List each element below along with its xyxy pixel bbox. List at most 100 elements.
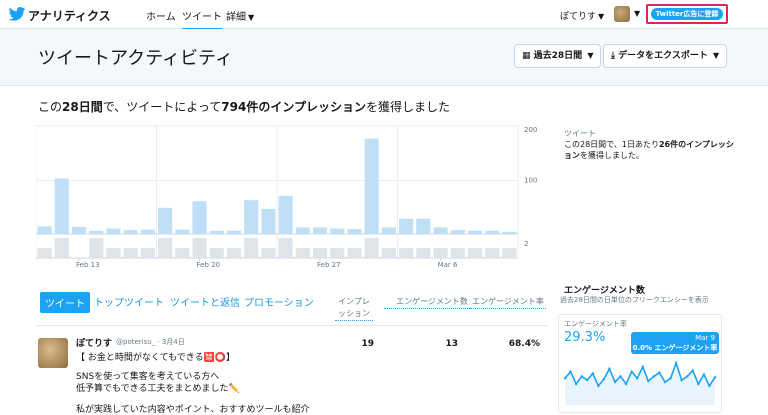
avatar[interactable] (614, 6, 630, 22)
tweet-author[interactable]: ぽてりす (76, 336, 112, 349)
nav-home[interactable]: ホーム (146, 8, 176, 23)
engagement-bar[interactable] (399, 248, 414, 258)
avatar[interactable] (38, 338, 68, 368)
trend-point[interactable] (697, 382, 700, 386)
engagement-bar[interactable] (89, 238, 104, 258)
engagement-bar[interactable] (450, 248, 465, 258)
trend-point[interactable] (641, 365, 644, 369)
engagement-bar[interactable] (261, 248, 276, 258)
engagement-bar[interactable] (244, 238, 259, 258)
impression-bar[interactable] (175, 229, 190, 234)
period-selector-button[interactable]: ▦ 過去28日間 ▼ (514, 44, 602, 68)
trend-point[interactable] (713, 376, 717, 379)
nav-details[interactable]: 詳細 ▼ (226, 8, 254, 23)
engagement-bar[interactable] (347, 248, 362, 258)
trend-point[interactable] (597, 384, 600, 388)
export-data-button[interactable]: ⤓ データをエクスポート ▼ (603, 44, 728, 68)
column-engagements[interactable]: エンゲージメント数 (384, 296, 480, 309)
impression-bar[interactable] (485, 230, 500, 234)
tab-top-tweets[interactable]: トップツイート (94, 294, 164, 309)
impression-bar[interactable] (158, 207, 173, 234)
engagement-bar[interactable] (502, 248, 517, 258)
trend-point[interactable] (619, 375, 622, 378)
engagement-bar[interactable] (158, 238, 173, 258)
column-impressions[interactable]: インプレッション (335, 296, 373, 321)
engagement-bar[interactable] (312, 248, 328, 258)
user-menu[interactable]: ぽてりす ▼ (560, 9, 604, 22)
trend-point[interactable] (691, 369, 694, 372)
engagement-bar[interactable] (467, 248, 483, 258)
trend-point[interactable] (608, 367, 611, 370)
trend-point[interactable] (569, 370, 572, 373)
trend-point[interactable] (702, 373, 706, 376)
impression-bar[interactable] (347, 229, 362, 234)
chevron-down-icon[interactable]: ▼ (634, 9, 640, 18)
trend-point[interactable] (680, 378, 683, 382)
impression-bar[interactable] (226, 230, 242, 234)
engagement-bar[interactable] (226, 248, 242, 258)
trend-point[interactable] (708, 384, 711, 388)
engagement-bar[interactable] (192, 238, 207, 258)
engagement-bar[interactable] (381, 248, 396, 258)
impression-bar[interactable] (106, 228, 121, 234)
impression-bar[interactable] (89, 230, 104, 234)
impression-bar[interactable] (54, 178, 69, 234)
impression-bar[interactable] (192, 201, 207, 234)
engagement-bar[interactable] (485, 248, 500, 258)
engagement-bar[interactable] (295, 248, 310, 258)
impression-bar[interactable] (278, 195, 293, 234)
engagement-bar[interactable] (123, 248, 138, 258)
impression-bar[interactable] (209, 230, 224, 234)
impression-bar[interactable] (123, 230, 138, 234)
trend-point[interactable] (686, 375, 689, 378)
engagement-bar[interactable] (416, 248, 431, 258)
impression-bar[interactable] (244, 200, 259, 234)
trend-point[interactable] (591, 372, 594, 375)
impression-bar[interactable] (312, 227, 328, 234)
engagement-bar[interactable] (209, 248, 224, 258)
nav-tweets[interactable]: ツイート (182, 8, 222, 30)
trend-point[interactable] (586, 378, 589, 382)
engagement-bar[interactable] (330, 248, 345, 258)
trend-point[interactable] (613, 380, 617, 384)
trend-point[interactable] (636, 377, 639, 380)
impression-bar[interactable] (71, 226, 87, 234)
impression-bar[interactable] (502, 231, 517, 234)
trend-point[interactable] (658, 371, 661, 374)
trend-point[interactable] (563, 377, 567, 380)
impression-bar[interactable] (330, 228, 345, 234)
trend-point[interactable] (574, 382, 578, 386)
impression-bar[interactable] (295, 227, 310, 234)
trend-point[interactable] (602, 378, 606, 381)
trend-point[interactable] (647, 379, 650, 383)
trend-point[interactable] (624, 382, 628, 386)
impression-bar[interactable] (140, 229, 155, 234)
engagement-bar[interactable] (54, 238, 69, 258)
twitter-bird-icon[interactable] (8, 7, 26, 21)
trend-point[interactable] (663, 380, 667, 384)
tab-promotion[interactable]: プロモーション (244, 294, 314, 309)
trend-point[interactable] (630, 370, 633, 373)
impression-bar[interactable] (433, 227, 448, 234)
impression-bar[interactable] (381, 227, 396, 234)
impression-bar[interactable] (399, 218, 414, 234)
impression-bar[interactable] (416, 218, 431, 234)
engagement-bar[interactable] (37, 248, 52, 258)
tab-tweets-and-replies[interactable]: ツイートと返信 (170, 294, 240, 309)
engagement-bar[interactable] (433, 248, 448, 258)
engagement-bar[interactable] (364, 238, 379, 258)
impression-bar[interactable] (450, 230, 465, 234)
impression-bar[interactable] (37, 226, 52, 234)
engagement-bar[interactable] (106, 248, 121, 258)
impression-bar[interactable] (467, 230, 483, 234)
engagement-bar[interactable] (175, 248, 190, 258)
engagement-bar[interactable] (140, 248, 155, 258)
tab-tweets[interactable]: ツイート (40, 292, 90, 313)
trend-point[interactable] (669, 377, 672, 380)
twitter-ads-button[interactable]: Twitter広告に登録 (651, 8, 723, 20)
trend-point[interactable] (580, 375, 583, 378)
trend-point[interactable] (652, 375, 656, 378)
impression-bar[interactable] (364, 138, 379, 234)
column-engagement-rate[interactable]: エンゲージメント率 (470, 296, 546, 309)
impression-bar[interactable] (261, 208, 276, 234)
